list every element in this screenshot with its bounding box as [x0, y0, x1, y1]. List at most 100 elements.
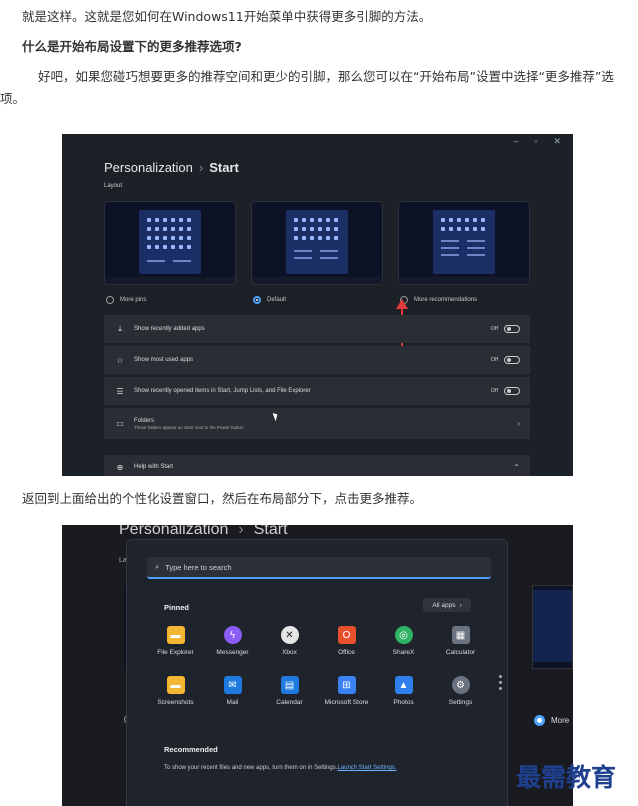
toggle-switch[interactable] — [504, 325, 520, 333]
layout-label: Layout — [104, 183, 123, 189]
section-heading: 什么是开始布局设置下的更多推荐选项? — [22, 39, 242, 54]
recommended-text: To show your recent files and new apps, … — [164, 765, 338, 771]
bg-radio-more[interactable]: More — [534, 715, 569, 726]
app-label: Microsoft Store — [324, 699, 369, 706]
app-label: Mail — [226, 699, 239, 706]
app-settings[interactable]: ⚙ Settings — [432, 676, 489, 726]
radio-circle[interactable] — [106, 296, 114, 304]
pinned-heading: Pinned — [164, 603, 190, 612]
app-sharex[interactable]: ◎ ShareX — [375, 626, 432, 676]
file-explorer-icon: ▬ — [166, 626, 185, 644]
breadcrumb-current: Start — [209, 160, 239, 175]
recommended-heading: Recommended — [164, 745, 218, 754]
thumb-taskbar — [105, 277, 235, 284]
radio-more-recommendations[interactable]: More recommendations — [400, 296, 477, 304]
chevron-right-icon: › — [459, 601, 462, 609]
recommended-message: To show your recent files and new apps, … — [164, 765, 396, 771]
page-indicator[interactable] — [499, 675, 502, 690]
app-label: File Explorer — [157, 649, 194, 656]
caption: 返回到上面给出的个性化设置窗口，然后在布局部分下，点击更多推荐。 — [22, 491, 423, 506]
bg-breadcrumb-parent: Personalization — [119, 525, 229, 538]
thumb-taskbar — [252, 277, 382, 284]
watermark-logo: 最需教育 — [516, 763, 617, 792]
layout-thumb-more-recommendations[interactable] — [398, 201, 530, 285]
app-calculator[interactable]: ▦ Calculator — [432, 626, 489, 676]
app-label: Calendar — [276, 699, 303, 706]
bg-thumb-right — [532, 585, 573, 669]
toggle-recently-opened[interactable]: Off — [491, 387, 520, 395]
sharex-icon: ◎ — [394, 626, 413, 644]
radio-label: More — [551, 716, 570, 725]
screenshot-start-settings: – ▫ ✕ Personalization › Start Layout Mor… — [62, 134, 573, 476]
all-apps-label: All apps — [432, 601, 456, 609]
maximize-icon[interactable]: ▫ — [534, 136, 537, 147]
pinned-apps-grid: ▬ File Explorer ϟ Messenger ✕ Xbox O Office … — [147, 626, 487, 726]
search-box[interactable]: ⌕ Type here to search — [147, 557, 491, 579]
all-apps-button[interactable]: All apps › — [423, 598, 471, 612]
calculator-icon: ▦ — [451, 626, 470, 644]
layout-thumb-more-pins[interactable] — [104, 201, 236, 285]
app-label: Office — [338, 649, 355, 656]
toggle-switch[interactable] — [504, 387, 520, 395]
xbox-icon: ✕ — [280, 626, 299, 644]
paragraph-intro: 就是这样。这就是您如何在Windows11开始菜单中获得更多引脚的方法。 — [22, 9, 432, 24]
breadcrumb-parent[interactable]: Personalization — [104, 160, 193, 175]
thumb-start-panel — [286, 210, 348, 274]
launch-start-settings-link[interactable]: Launch Start Settings. — [337, 765, 396, 771]
app-xbox[interactable]: ✕ Xbox — [261, 626, 318, 676]
toggle-state: Off — [490, 357, 498, 363]
layout-thumb-default[interactable] — [251, 201, 383, 285]
setting-row-recently-added[interactable]: ⤓ Show recently added apps Off — [104, 315, 530, 343]
setting-label: Folders — [134, 417, 155, 424]
app-photos[interactable]: ▲ Photos — [375, 676, 432, 726]
setting-label: Show most used apps — [134, 357, 194, 363]
start-menu: ⌕ Type here to search Pinned All apps › ▬… — [126, 539, 508, 806]
setting-label: Show recently added apps — [134, 326, 205, 332]
window-controls: – ▫ ✕ — [513, 136, 561, 147]
mail-icon: ✉ — [223, 676, 242, 694]
chevron-up-icon: ⌃ — [513, 462, 520, 472]
bg-page-title: Personalization › Start — [119, 525, 288, 539]
setting-row-help[interactable]: ⊕ Help with Start ⌃ — [104, 455, 530, 476]
chevron-right-icon: › — [517, 419, 520, 428]
setting-label: Help with Start — [134, 464, 174, 470]
setting-row-most-used[interactable]: ☆ Show most used apps Off — [104, 346, 530, 374]
thumb-start-panel — [139, 210, 201, 274]
close-icon[interactable]: ✕ — [553, 136, 561, 147]
globe-icon: ⊕ — [116, 462, 124, 472]
app-office[interactable]: O Office — [318, 626, 375, 676]
toggle-recently-added[interactable]: Off — [491, 325, 520, 333]
search-icon: ⌕ — [155, 562, 160, 571]
app-screenshots[interactable]: ▬ Screenshots — [147, 676, 204, 726]
radio-circle-selected[interactable] — [253, 296, 261, 304]
radio-circle-selected[interactable] — [534, 715, 545, 726]
calendar-icon: ▤ — [280, 676, 299, 694]
toggle-most-used[interactable]: Off — [491, 356, 520, 364]
app-messenger[interactable]: ϟ Messenger — [204, 626, 261, 676]
app-microsoft-store[interactable]: ⊞ Microsoft Store — [318, 676, 375, 726]
app-calendar[interactable]: ▤ Calendar — [261, 676, 318, 726]
star-icon: ☆ — [116, 355, 124, 365]
folder-icon: ▬ — [166, 676, 185, 694]
toggle-switch[interactable] — [504, 356, 520, 364]
setting-row-recently-opened[interactable]: ☰ Show recently opened items in Start, J… — [104, 377, 530, 405]
app-mail[interactable]: ✉ Mail — [204, 676, 261, 726]
radio-more-pins[interactable]: More pins — [106, 296, 146, 304]
office-icon: O — [337, 626, 356, 644]
radio-default[interactable]: Default — [253, 296, 286, 304]
search-placeholder: Type here to search — [165, 562, 232, 572]
gear-icon: ⚙ — [451, 676, 470, 694]
minimize-icon[interactable]: – — [513, 136, 518, 147]
setting-row-folders[interactable]: ▭ Folders These folders appear on Start n… — [104, 408, 530, 439]
app-label: Photos — [393, 699, 414, 706]
radio-label: More pins — [120, 297, 147, 303]
thumb-taskbar — [399, 277, 529, 284]
app-label: Xbox — [282, 649, 297, 656]
app-label: Settings — [448, 699, 473, 706]
list-icon: ☰ — [116, 386, 124, 396]
bg-breadcrumb-current: Start — [253, 525, 288, 538]
app-file-explorer[interactable]: ▬ File Explorer — [147, 626, 204, 676]
radio-label: Default — [267, 297, 287, 303]
folder-icon: ▭ — [116, 419, 124, 428]
toggle-state: Off — [490, 388, 498, 394]
